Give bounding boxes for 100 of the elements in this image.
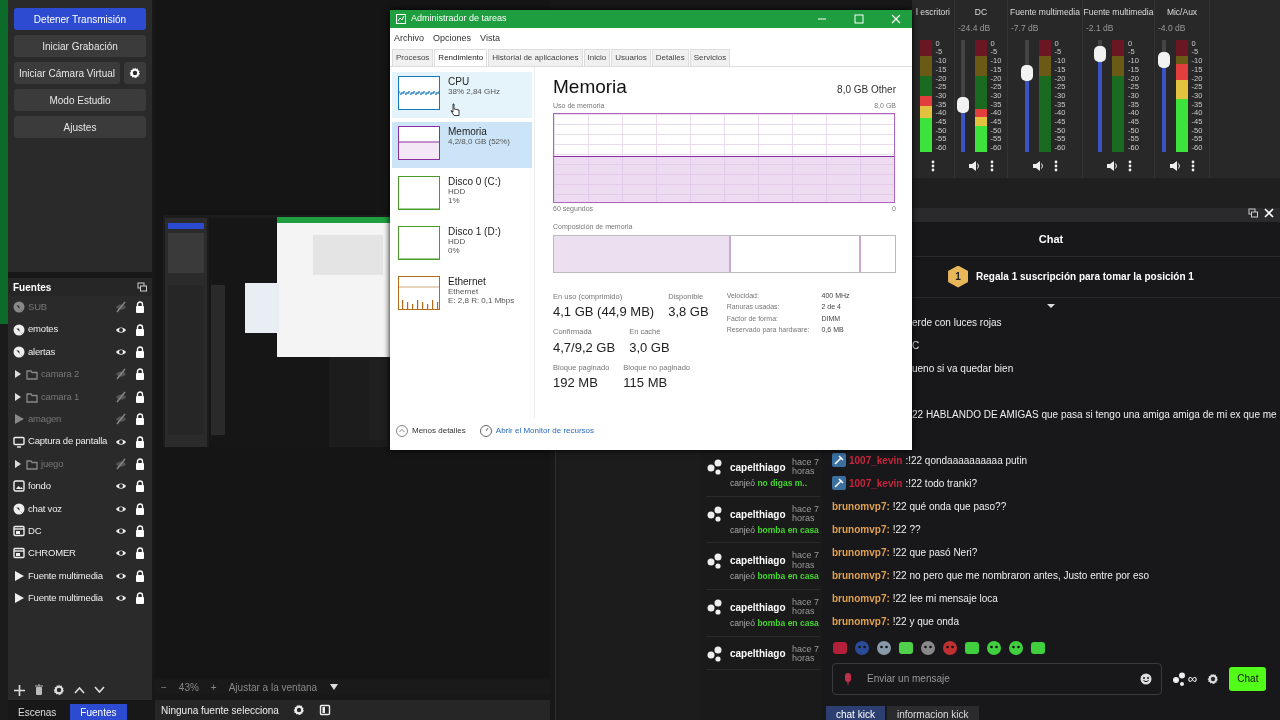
lock-icon[interactable] (134, 345, 146, 358)
dock-tab[interactable]: Escenas (8, 704, 67, 720)
tab[interactable]: Servicios (689, 48, 731, 66)
source-item[interactable]: emotes (8, 318, 152, 341)
gear-icon[interactable] (53, 684, 65, 696)
lock-icon[interactable] (134, 547, 146, 560)
resource-monitor-link[interactable]: Abrir el Monitor de recursos (479, 424, 595, 437)
down-icon[interactable] (94, 686, 105, 694)
dock-tab[interactable]: Fuentes (70, 704, 127, 720)
lock-icon[interactable] (134, 569, 146, 582)
speaker-icon[interactable] (968, 159, 980, 172)
dock-tab[interactable]: chat kick (826, 705, 885, 720)
control-button[interactable]: Modo Estudio (14, 89, 146, 111)
hidden-eye-icon[interactable] (115, 390, 127, 403)
emote-icon[interactable] (1030, 639, 1046, 656)
tab[interactable]: Rendimiento (434, 48, 488, 66)
menu-item[interactable]: Vista (480, 32, 500, 46)
source-item[interactable]: Fuente multimedia (8, 564, 152, 588)
lock-icon[interactable] (134, 480, 146, 493)
more-icon[interactable] (990, 159, 994, 172)
slider-thumb[interactable] (1157, 51, 1170, 68)
float-icon[interactable] (137, 282, 147, 292)
hidden-eye-icon[interactable] (115, 413, 127, 426)
resource-item[interactable]: Memoria 4,2/8,0 GB (52%) (392, 121, 532, 168)
lock-icon[interactable] (134, 592, 146, 605)
hidden-eye-icon[interactable] (115, 368, 127, 381)
play-icon (13, 413, 25, 426)
points-icon[interactable] (1172, 671, 1186, 686)
control-button[interactable]: Ajustes (14, 116, 146, 138)
fewer-details-link[interactable]: Menos detalles (396, 424, 466, 437)
more-icon[interactable] (931, 159, 935, 172)
control-button[interactable]: Detener Transmisión (14, 8, 146, 30)
tab[interactable]: Usuarios (611, 48, 651, 66)
source-item[interactable]: DC (8, 519, 152, 543)
tab[interactable]: Historial de aplicaciones (488, 48, 583, 66)
zoom-in-button[interactable]: + (210, 679, 217, 695)
more-icon[interactable] (1191, 159, 1195, 172)
message-field[interactable]: Enviar un mensaje (832, 662, 1162, 695)
menu-item[interactable]: Archivo (394, 32, 424, 46)
control-button[interactable]: Iniciar Grabación (14, 35, 146, 57)
gear-icon[interactable] (1207, 672, 1220, 685)
settings-button[interactable] (124, 62, 146, 84)
control-button[interactable]: Iniciar Cámara Virtual (14, 62, 120, 84)
resource-item[interactable]: Disco 1 (D:) HDD 0% (392, 221, 532, 268)
maximize-icon[interactable] (854, 14, 864, 24)
more-icon[interactable] (1127, 159, 1132, 172)
source-item[interactable]: chat voz (8, 497, 152, 520)
lock-icon[interactable] (134, 525, 146, 538)
resource-item[interactable]: Disco 0 (C:) HDD 1% (392, 171, 532, 218)
speaker-icon[interactable] (1169, 159, 1181, 172)
speaker-icon[interactable] (1105, 159, 1118, 172)
lock-icon[interactable] (134, 413, 146, 426)
source-item[interactable]: CHROMER (8, 542, 152, 565)
lock-icon[interactable] (134, 502, 146, 515)
zoom-out-button[interactable]: − (161, 679, 167, 695)
slider-thumb[interactable] (956, 96, 969, 113)
tab[interactable]: Inicio (583, 48, 611, 66)
lock-icon[interactable] (134, 457, 146, 470)
close-icon[interactable] (1264, 208, 1274, 218)
db-reading: -7.7 dB (1010, 21, 1039, 34)
fit-dropdown[interactable]: Ajustar a la ventana (228, 679, 318, 695)
lock-icon[interactable] (134, 323, 146, 336)
expand-icon[interactable] (13, 368, 23, 381)
float-icon[interactable] (1248, 208, 1258, 218)
caret-icon[interactable] (329, 683, 340, 691)
resource-item[interactable]: Ethernet Ethernet E: 2,8 R: 0,1 Mbps (392, 271, 532, 318)
lock-icon[interactable] (134, 301, 146, 314)
lock-icon[interactable] (134, 435, 146, 448)
speaker-icon[interactable] (1032, 159, 1044, 172)
menu-item[interactable]: Opciones (433, 32, 472, 46)
tab[interactable]: Detalles (651, 48, 689, 66)
gear-icon[interactable] (292, 704, 305, 716)
emote-icon[interactable] (964, 639, 980, 656)
source-item[interactable]: Captura de pantalla (8, 430, 152, 453)
slider-thumb[interactable] (1094, 46, 1107, 63)
emote-icon[interactable] (920, 639, 936, 656)
source-item[interactable]: alertas (8, 340, 152, 364)
source-item[interactable]: Fuente multimedia (8, 587, 152, 610)
add-icon[interactable] (14, 684, 25, 696)
up-icon[interactable] (74, 686, 85, 694)
emote-icon[interactable] (898, 639, 914, 656)
lock-icon[interactable] (134, 390, 146, 403)
emote-icon[interactable] (876, 639, 892, 656)
tab[interactable]: Procesos (392, 48, 434, 66)
resource-item[interactable]: CPU 38% 2,84 GHz (392, 71, 532, 118)
send-button[interactable]: Chat (1229, 666, 1267, 691)
expand-icon[interactable] (13, 390, 23, 403)
dock-tab[interactable]: informacion kick (886, 705, 979, 720)
emoji-icon[interactable] (1140, 672, 1152, 685)
slider-thumb[interactable] (1020, 65, 1033, 82)
hidden-eye-icon[interactable] (115, 301, 127, 314)
trash-icon[interactable] (34, 684, 44, 696)
panel-icon[interactable] (318, 704, 331, 716)
more-icon[interactable] (1054, 159, 1058, 172)
expand-icon[interactable] (13, 457, 23, 470)
emote-icon[interactable] (1008, 639, 1024, 656)
hidden-eye-icon[interactable] (115, 457, 127, 470)
emote-icon[interactable] (986, 639, 1002, 656)
lock-icon[interactable] (134, 368, 146, 381)
source-item[interactable]: fondo (8, 475, 152, 498)
